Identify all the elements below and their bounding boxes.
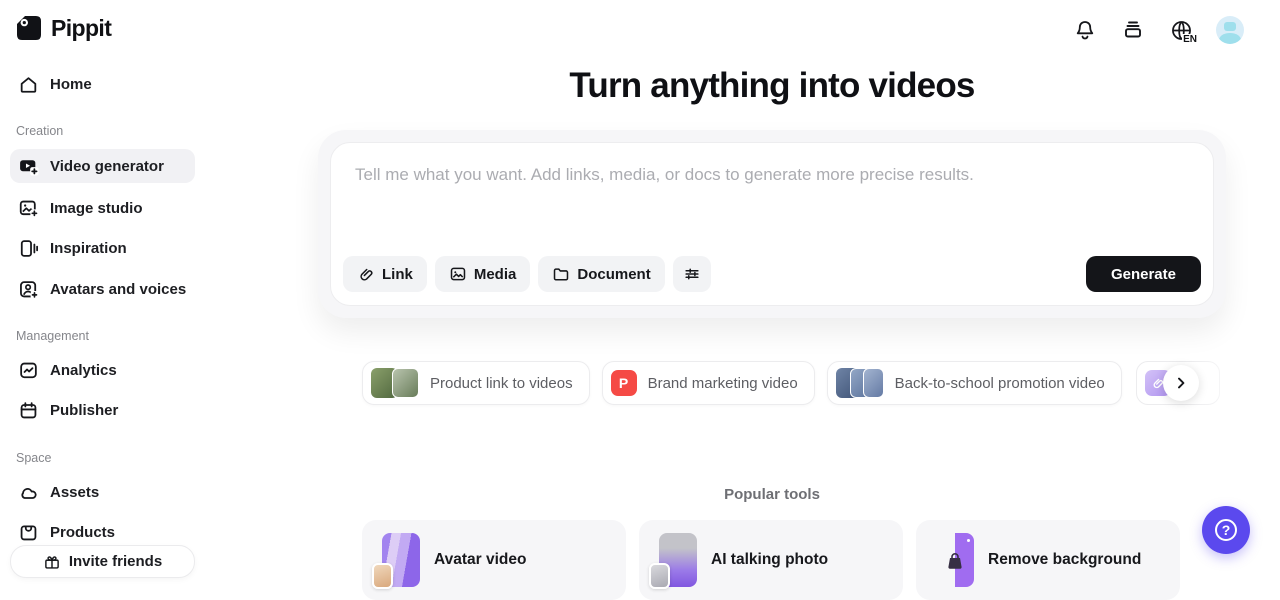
sidebar-item-label: Publisher xyxy=(50,402,118,419)
sidebar-item-assets[interactable]: Assets xyxy=(10,474,195,510)
inspiration-icon xyxy=(18,238,39,259)
sidebar-item-label: Assets xyxy=(50,484,99,501)
question-mark-icon: ? xyxy=(1215,519,1237,541)
document-label: Document xyxy=(577,266,650,283)
link-label: Link xyxy=(382,266,413,283)
image-studio-icon xyxy=(18,198,39,219)
invite-friends-button[interactable]: Invite friends xyxy=(10,545,195,578)
card-label: AI talking photo xyxy=(711,551,828,569)
settings-sliders-button[interactable] xyxy=(673,256,711,292)
workspace-stack-icon[interactable] xyxy=(1120,17,1146,43)
product-thumbnails xyxy=(371,368,419,398)
section-label-space: Space xyxy=(16,451,51,465)
sidebar-item-label: Avatars and voices xyxy=(50,281,186,298)
notification-bell-icon[interactable] xyxy=(1072,17,1098,43)
products-icon xyxy=(18,522,39,543)
language-code: EN xyxy=(1182,34,1198,45)
sidebar-item-image-studio[interactable]: Image studio xyxy=(10,190,195,226)
link-icon xyxy=(357,265,375,283)
sidebar-item-label: Products xyxy=(50,524,115,541)
popular-tools-cards: Avatar video AI talking photo Remove bac… xyxy=(362,520,1180,600)
brand-name: Pippit xyxy=(51,15,111,42)
prompt-attachment-buttons: Link Media Document xyxy=(343,256,711,292)
language-globe-icon[interactable]: EN xyxy=(1168,17,1194,43)
sidebar-item-analytics[interactable]: Analytics xyxy=(10,352,195,388)
user-avatar[interactable] xyxy=(1216,16,1244,44)
handbag-glyph xyxy=(943,548,967,572)
publisher-icon xyxy=(18,400,39,421)
media-button[interactable]: Media xyxy=(435,256,531,292)
sidebar-item-label: Inspiration xyxy=(50,240,127,257)
sidebar-item-label: Video generator xyxy=(50,158,164,175)
sidebar-item-inspiration[interactable]: Inspiration xyxy=(10,230,195,266)
chip-product-link-to-videos[interactable]: Product link to videos xyxy=(362,361,590,405)
chevron-right-icon xyxy=(1173,375,1189,391)
chip-back-to-school-promotion-video[interactable]: Back-to-school promotion video xyxy=(827,361,1122,405)
gift-icon xyxy=(43,553,61,571)
sidebar-item-label: Analytics xyxy=(50,362,117,379)
pippit-logo-icon xyxy=(14,13,44,43)
chip-brand-marketing-video[interactable]: P Brand marketing video xyxy=(602,361,815,405)
card-avatar-video[interactable]: Avatar video xyxy=(362,520,626,600)
sidebar-item-publisher[interactable]: Publisher xyxy=(10,392,195,428)
invite-friends-label: Invite friends xyxy=(69,553,162,570)
section-label-management: Management xyxy=(16,329,89,343)
sidebar-item-label: Home xyxy=(50,76,92,93)
popular-tools-title: Popular tools xyxy=(318,486,1226,503)
analytics-icon xyxy=(18,360,39,381)
generate-button[interactable]: Generate xyxy=(1086,256,1201,292)
link-button[interactable]: Link xyxy=(343,256,427,292)
suggestion-chips: Product link to videos P Brand marketing… xyxy=(362,361,1122,405)
document-button[interactable]: Document xyxy=(538,256,664,292)
brand-logo[interactable]: Pippit xyxy=(14,13,111,43)
sliders-icon xyxy=(683,265,701,283)
media-icon xyxy=(449,265,467,283)
chip-label: Back-to-school promotion video xyxy=(895,375,1105,392)
remove-background-thumbnail xyxy=(936,533,974,587)
sidebar-item-video-generator[interactable]: Video generator xyxy=(10,149,195,183)
document-icon xyxy=(552,265,570,283)
video-generator-icon xyxy=(18,156,39,177)
home-icon xyxy=(18,74,39,95)
sidebar-item-avatars-and-voices[interactable]: Avatars and voices xyxy=(10,271,195,307)
sidebar-item-home[interactable]: Home xyxy=(10,66,195,102)
chip-label: Brand marketing video xyxy=(648,375,798,392)
card-label: Avatar video xyxy=(434,551,526,569)
brand-p-badge: P xyxy=(611,370,637,396)
assets-icon xyxy=(18,482,39,503)
prompt-input[interactable] xyxy=(343,157,1203,237)
back-to-school-thumbnails xyxy=(836,368,884,398)
prompt-inner-card: Link Media Document Generate xyxy=(330,142,1214,306)
avatar-video-thumbnail xyxy=(382,533,420,587)
media-label: Media xyxy=(474,266,517,283)
chip-label: Product link to videos xyxy=(430,375,573,392)
card-label: Remove background xyxy=(988,551,1141,569)
topbar-actions: EN xyxy=(1072,16,1244,44)
section-label-creation: Creation xyxy=(16,124,63,138)
card-ai-talking-photo[interactable]: AI talking photo xyxy=(639,520,903,600)
help-button[interactable]: ? xyxy=(1202,506,1250,554)
page-title: Turn anything into videos xyxy=(318,66,1226,106)
ai-talking-photo-thumbnail xyxy=(659,533,697,587)
carousel-next-button[interactable] xyxy=(1163,365,1199,401)
avatars-icon xyxy=(18,279,39,300)
card-remove-background[interactable]: Remove background xyxy=(916,520,1180,600)
sidebar-item-label: Image studio xyxy=(50,200,143,217)
